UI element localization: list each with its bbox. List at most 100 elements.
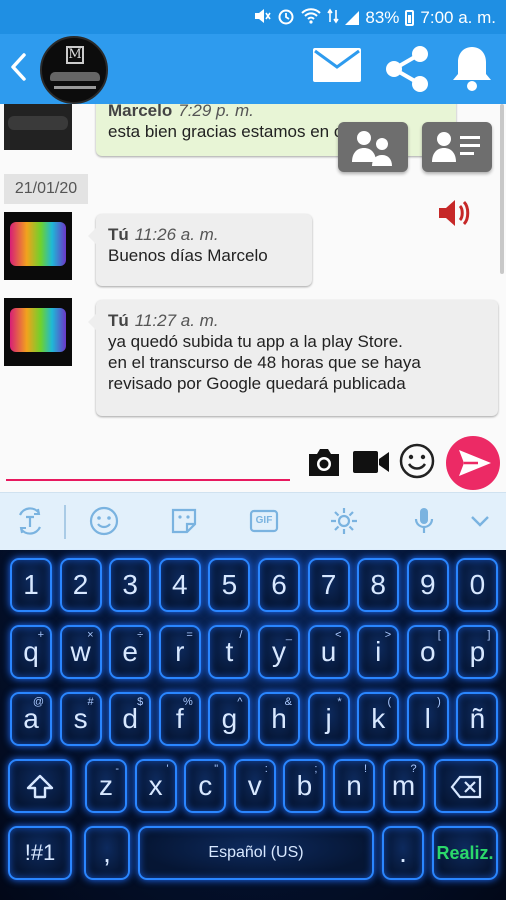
scrollbar[interactable] <box>500 104 504 274</box>
keyboard-settings-button[interactable] <box>328 505 360 537</box>
key-label: 0 <box>469 569 486 600</box>
contact-avatar[interactable] <box>4 104 72 150</box>
company-logo[interactable]: M <box>40 36 108 104</box>
message-text: Buenos días Marcelo <box>108 246 268 265</box>
key-s[interactable]: s # <box>59 692 102 746</box>
key-secondary-symbol: " <box>214 763 219 775</box>
composer <box>0 434 506 492</box>
key-label: 3 <box>122 569 138 600</box>
key-k[interactable]: k( <box>357 692 400 746</box>
share-button[interactable] <box>382 44 432 94</box>
message-bubble-sent[interactable]: Tú 11:26 a. m. Buenos días Marcelo <box>88 214 312 286</box>
key-q[interactable]: q + <box>10 625 52 679</box>
voice-input-button[interactable] <box>408 505 440 537</box>
key-2[interactable]: 2 <box>59 558 102 612</box>
key-y[interactable]: y _ <box>258 625 300 679</box>
key-6[interactable]: 6 <box>258 558 300 612</box>
message-bubble-sent[interactable]: Tú 11:27 a. m. ya quedó subida tu app a l… <box>88 300 498 416</box>
key-d[interactable]: d $ <box>109 692 152 746</box>
sticker-button[interactable] <box>168 505 200 537</box>
key-o[interactable]: o[ <box>406 625 449 679</box>
key-4[interactable]: 4 <box>158 558 201 612</box>
clock: 7:00 a. m. <box>420 8 496 27</box>
key-secondary-symbol: : <box>264 763 268 775</box>
back-button[interactable] <box>8 52 30 90</box>
key-7[interactable]: 7 <box>307 558 350 612</box>
key-u[interactable]: u < <box>307 625 350 679</box>
translate-button[interactable] <box>14 505 46 537</box>
mail-button[interactable] <box>312 46 362 84</box>
backspace-icon <box>450 775 482 799</box>
key-9[interactable]: 9 <box>406 558 449 612</box>
key-secondary-symbol: $ <box>137 696 144 708</box>
key-3[interactable]: 3 <box>109 558 152 612</box>
chat-area[interactable]: Marcelo 7:29 p. m. esta bien gracias esta… <box>0 104 506 434</box>
key-label: 2 <box>72 569 89 600</box>
shift-icon <box>26 774 54 799</box>
space-key[interactable]: Español (US) <box>138 826 374 880</box>
key-a[interactable]: a @ <box>10 692 52 746</box>
key-0[interactable]: 0 <box>456 558 499 612</box>
contact-card-button[interactable] <box>422 122 492 172</box>
key-i[interactable]: i > <box>357 625 400 679</box>
message-time: 7:29 p. m. <box>178 104 254 120</box>
key-secondary-symbol: & <box>284 696 292 708</box>
user-avatar[interactable] <box>4 212 72 280</box>
camera-button[interactable] <box>306 446 342 483</box>
hide-keyboard-button[interactable] <box>464 505 496 537</box>
key-z[interactable]: z- <box>85 759 127 813</box>
message-input[interactable] <box>6 444 290 478</box>
emoji-panel-button[interactable] <box>88 505 120 537</box>
key-secondary-symbol: @ <box>32 696 44 708</box>
backspace-key[interactable] <box>434 759 498 813</box>
gif-icon: GIF <box>248 505 280 537</box>
mic-icon <box>414 508 434 533</box>
key-w[interactable]: w × <box>59 625 102 679</box>
key-t[interactable]: t / <box>208 625 251 679</box>
key-n[interactable]: n! <box>333 759 375 813</box>
group-button[interactable] <box>338 122 408 172</box>
key-label: i <box>375 636 382 667</box>
key-v[interactable]: v: <box>233 759 276 813</box>
key-x[interactable]: x ' <box>134 759 177 813</box>
shift-key[interactable] <box>8 759 72 813</box>
symbols-key[interactable]: !#1 <box>8 826 72 880</box>
comma-key[interactable]: , <box>84 826 130 880</box>
key-secondary-symbol: _ <box>285 629 292 641</box>
emoji-button[interactable] <box>398 442 436 485</box>
letter-row-z: z - x ' c " v: b; n! m? <box>0 759 506 819</box>
gif-label: GIF <box>255 515 273 526</box>
message-header: Tú 11:26 a. m. <box>108 224 300 245</box>
key-m[interactable]: m? <box>382 759 425 813</box>
key-b[interactable]: b; <box>283 759 326 813</box>
key-8[interactable]: 8 <box>357 558 400 612</box>
key-e[interactable]: e ÷ <box>109 625 152 679</box>
key-label: q <box>23 636 39 667</box>
key-label: 9 <box>420 569 436 600</box>
key-l[interactable]: l) <box>406 692 449 746</box>
chevron-down-icon <box>471 516 489 527</box>
period-key[interactable]: . <box>382 826 424 880</box>
gif-button[interactable]: GIF <box>248 505 280 537</box>
key-5[interactable]: 5 <box>208 558 251 612</box>
notifications-button[interactable] <box>450 44 494 92</box>
key-label: 8 <box>370 569 386 600</box>
key-ñ[interactable]: ñ <box>456 692 499 746</box>
battery-percent: 83% <box>365 8 400 27</box>
key-j[interactable]: j * <box>307 692 350 746</box>
key-1[interactable]: 1 <box>10 558 52 612</box>
speaker-button[interactable] <box>436 196 472 230</box>
key-r[interactable]: r = <box>158 625 201 679</box>
done-key[interactable]: Realiz. <box>432 826 498 880</box>
key-f[interactable]: f% <box>158 692 201 746</box>
send-button[interactable] <box>446 436 500 490</box>
key-secondary-symbol: - <box>115 763 119 775</box>
user-avatar[interactable] <box>4 298 72 366</box>
key-g[interactable]: g ^ <box>208 692 251 746</box>
mail-icon <box>313 48 361 82</box>
video-button[interactable] <box>352 448 390 481</box>
key-p[interactable]: p] <box>456 625 499 679</box>
key-c[interactable]: c " <box>184 759 227 813</box>
key-secondary-symbol: = <box>186 629 193 641</box>
key-h[interactable]: h & <box>258 692 300 746</box>
